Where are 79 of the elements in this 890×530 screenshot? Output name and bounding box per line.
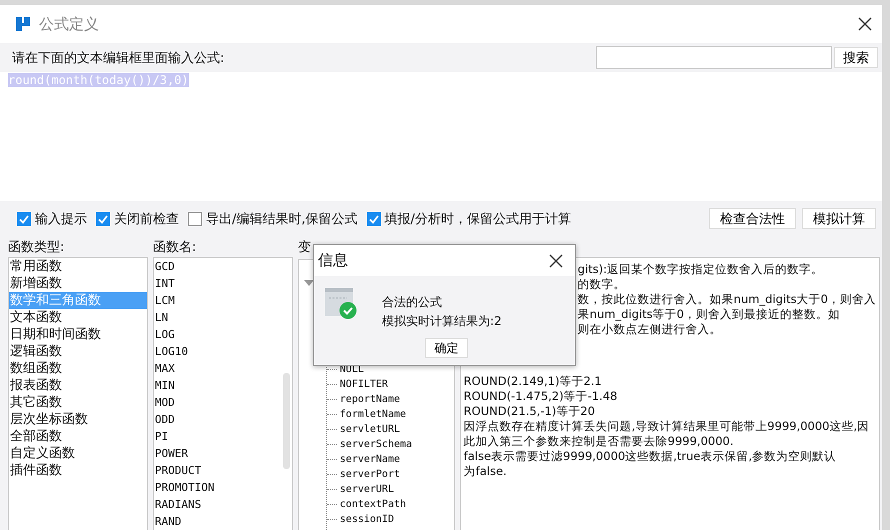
- variable-item[interactable]: serverSchema: [340, 439, 412, 450]
- variable-item[interactable]: serverName: [340, 454, 400, 465]
- function-type-item[interactable]: 新增函数: [9, 275, 147, 292]
- description-line: ROUND(-1.475,2)等于-1.48: [464, 389, 618, 404]
- variable-item[interactable]: servletURL: [340, 424, 400, 435]
- close-icon: [858, 17, 872, 31]
- checkbox-label: 导出/编辑结果时,保留公式: [206, 210, 358, 228]
- description-line: 的数字。: [578, 277, 626, 292]
- variable-item[interactable]: NOFILTER: [340, 379, 388, 390]
- success-icon: [325, 288, 357, 320]
- checkbox-label: 输入提示: [35, 210, 87, 228]
- function-name-item[interactable]: PRODUCT: [154, 462, 292, 479]
- function-name-item[interactable]: GCD: [154, 258, 292, 275]
- dialog-title: 信息: [318, 251, 348, 270]
- column-header: 函数类型:: [8, 239, 64, 257]
- function-name-item[interactable]: MOD: [154, 394, 292, 411]
- dialog-message: 模拟实时计算结果为:2: [382, 313, 502, 330]
- checkbox[interactable]: [366, 212, 381, 226]
- close-button[interactable]: [549, 254, 563, 268]
- function-name-item[interactable]: MAX: [154, 360, 292, 377]
- function-type-item[interactable]: 插件函数: [9, 462, 147, 479]
- variable-item[interactable]: serverPort: [340, 469, 400, 480]
- function-name-item[interactable]: LN: [154, 309, 292, 326]
- function-type-item[interactable]: 日期和时间函数: [9, 326, 147, 343]
- formula-prompt: 请在下面的文本编辑框里面输入公式:: [12, 50, 226, 66]
- function-name-item[interactable]: ODD: [154, 411, 292, 428]
- collapse-arrow-icon[interactable]: [304, 280, 314, 286]
- action-button[interactable]: 模拟计算: [802, 208, 876, 229]
- function-type-item[interactable]: 报表函数: [9, 377, 147, 394]
- description-line: 果num_digits等于0，则舍入到最接近的整数。如: [578, 307, 840, 322]
- function-type-item[interactable]: 常用函数: [9, 258, 147, 275]
- description-line: 则在小数点左侧进行舍入。: [578, 322, 722, 337]
- variable-item[interactable]: serverURL: [340, 484, 394, 495]
- function-name-item[interactable]: RADIANS: [154, 496, 292, 513]
- function-type-item[interactable]: 其它函数: [9, 394, 147, 411]
- close-button[interactable]: [858, 17, 872, 31]
- function-type-item[interactable]: 数组函数: [9, 360, 147, 377]
- function-name-item[interactable]: INT: [154, 275, 292, 292]
- ok-button[interactable]: 确定: [425, 338, 468, 358]
- function-type-item[interactable]: 文本函数: [9, 309, 147, 326]
- function-name-item[interactable]: LOG: [154, 326, 292, 343]
- function-name-item[interactable]: MIN: [154, 377, 292, 394]
- checkbox-label: 关闭前检查: [114, 210, 179, 228]
- variable-item[interactable]: contextPath: [340, 499, 406, 510]
- column-header: 变: [298, 239, 311, 257]
- variable-item[interactable]: sessionID: [340, 514, 394, 525]
- search-button[interactable]: 搜索: [834, 47, 878, 68]
- checkbox[interactable]: [17, 212, 31, 226]
- dialog-message: 合法的公式: [382, 294, 443, 311]
- description-line: false表示需要过滤9999,0000这些数据,true表示保留,参数为空则默认: [464, 449, 836, 464]
- search-field[interactable]: [596, 46, 832, 69]
- app-logo-icon: [15, 16, 31, 32]
- window-title: 公式定义: [39, 14, 100, 34]
- function-name-item[interactable]: POWER: [154, 445, 292, 462]
- checkbox[interactable]: [188, 212, 202, 226]
- description-line: ROUND(2.149,1)等于2.1: [464, 374, 602, 389]
- function-name-item[interactable]: PI: [154, 428, 292, 445]
- function-type-item[interactable]: 层次坐标函数: [9, 411, 147, 428]
- column-header: 函数名:: [152, 239, 196, 257]
- function-type-item[interactable]: 逻辑函数: [9, 343, 147, 360]
- variable-item[interactable]: reportName: [340, 394, 400, 405]
- description-line: ROUND(21.5,-1)等于20: [464, 404, 595, 419]
- function-type-item[interactable]: 全部函数: [9, 428, 147, 445]
- function-type-item[interactable]: 自定义函数: [9, 445, 147, 462]
- variable-item[interactable]: formletName: [340, 409, 406, 420]
- scrollbar[interactable]: [282, 373, 290, 469]
- description-line: 为false.: [464, 464, 507, 479]
- function-name-item[interactable]: LOG10: [154, 343, 292, 360]
- function-name-item[interactable]: RAND: [154, 513, 292, 530]
- function-name-item[interactable]: PROMOTION: [154, 479, 292, 496]
- description-line: 此加入第三个参数来控制是否需要去除9999,0000.: [464, 434, 734, 449]
- action-button[interactable]: 检查合法性: [709, 208, 796, 229]
- description-line: gits):返回某个数字按指定位数舍入后的数字。: [578, 262, 824, 277]
- checkbox[interactable]: [96, 212, 110, 226]
- checkbox-label: 填报/分析时，保留公式用于计算: [384, 210, 571, 228]
- function-name-item[interactable]: LCM: [154, 292, 292, 309]
- description-line: 数，按此位数进行舍入。如果num_digits大于0，则舍入: [578, 292, 876, 307]
- description-line: 因浮点数存在精度计算丢失问题,导致计算结果里可能带上9999,0000这些,因: [464, 419, 870, 434]
- close-icon: [549, 254, 563, 268]
